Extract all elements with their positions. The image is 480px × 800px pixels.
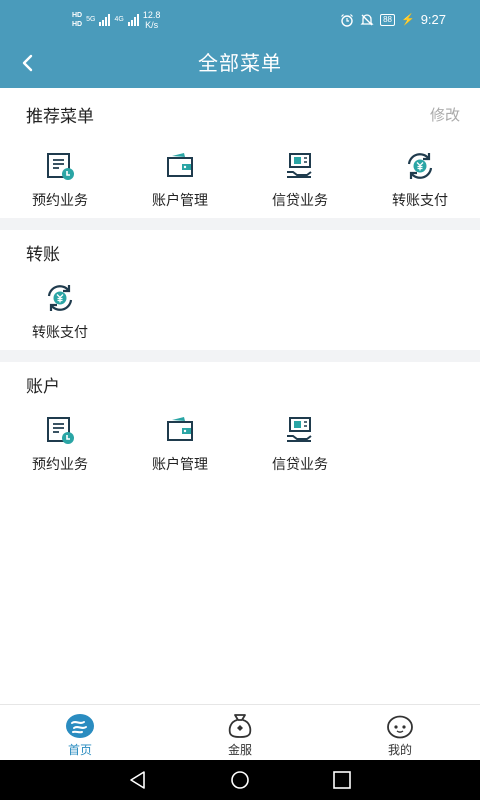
section-transfer: 转账 转账支付 (0, 230, 480, 350)
clock: 9:27 (420, 12, 446, 27)
nav-home-icon[interactable] (228, 768, 252, 792)
tab-profile[interactable]: 我的 (320, 705, 480, 761)
section-account: 账户 预约业务 账户管理 信贷业务 (0, 362, 480, 482)
section-divider (0, 350, 480, 362)
signal-icon-2 (127, 14, 139, 26)
nav-back-icon[interactable] (126, 768, 150, 792)
status-bar: HD HD 5G 4G 12.8 K/s 88 ⚡ 9:27 (0, 0, 480, 40)
menu-item-label: 账户管理 (152, 193, 208, 209)
status-left: HD HD 5G 4G 12.8 K/s (72, 10, 160, 30)
loan-icon (287, 417, 312, 442)
page-title: 全部菜单 (198, 51, 282, 75)
network-speed: 12.8 K/s (143, 10, 161, 30)
status-right: 88 ⚡ 9:27 (340, 12, 446, 27)
tab-home[interactable]: 首页 (0, 705, 160, 761)
menu-item-label: 信贷业务 (272, 193, 328, 209)
network-type-2: 4G (114, 16, 124, 23)
menu-item-loan[interactable]: 信贷业务 (240, 414, 360, 484)
system-nav-bar (0, 760, 480, 800)
menu-item-label: 预约业务 (32, 457, 88, 473)
tab-label: 首页 (67, 743, 92, 757)
bottom-tab-bar: 首页 金服 我的 (0, 704, 480, 761)
appointment-icon (47, 417, 74, 444)
speed-unit: K/s (145, 20, 159, 30)
signal-icon (99, 14, 111, 26)
mute-bell-icon (360, 13, 374, 25)
section-divider (0, 218, 480, 230)
menu-item-account-management[interactable]: 账户管理 (120, 414, 240, 484)
edit-button[interactable]: 修改 (430, 104, 460, 125)
transfer-icon (407, 153, 433, 179)
section-title-transfer: 转账 (26, 245, 60, 265)
nav-recents-icon[interactable] (330, 768, 354, 792)
hd-label-1: HD (72, 12, 83, 19)
menu-item-label: 转账支付 (32, 325, 88, 341)
menu-item-account-management[interactable]: 账户管理 (120, 150, 240, 220)
hd-indicator: HD HD (72, 11, 82, 29)
menu-item-transfer[interactable]: 转账支付 (0, 282, 120, 352)
menu-item-loan[interactable]: 信贷业务 (240, 150, 360, 220)
hd-label-2: HD (72, 21, 83, 28)
transfer-icon (47, 285, 73, 311)
header-bar: 全部菜单 (0, 40, 480, 88)
alarm-icon (341, 13, 354, 27)
menu-item-transfer[interactable]: 转账支付 (360, 150, 480, 220)
profile-face-icon (387, 715, 413, 739)
finance-bag-icon (228, 714, 252, 738)
section-recommended: 推荐菜单 修改 预约业务 账户管理 信贷业务 转账支付 (0, 88, 480, 218)
menu-item-label: 账户管理 (152, 457, 208, 473)
section-title-account: 账户 (26, 377, 60, 397)
loan-icon (287, 153, 312, 178)
wallet-icon (167, 417, 193, 441)
charging-icon: ⚡ (400, 14, 415, 26)
menu-item-label: 转账支付 (392, 193, 448, 209)
section-title-recommended: 推荐菜单 (26, 107, 94, 127)
menu-item-label: 信贷业务 (272, 457, 328, 473)
tab-label: 我的 (387, 743, 412, 757)
home-icon (66, 714, 94, 738)
menu-item-appointment[interactable]: 预约业务 (0, 414, 120, 484)
tab-label: 金服 (227, 743, 252, 757)
appointment-icon (47, 153, 74, 180)
speed-value: 12.8 (142, 10, 161, 20)
battery-indicator: 88 (380, 13, 395, 26)
network-type-1: 5G (86, 16, 96, 23)
wallet-icon (167, 153, 193, 177)
menu-item-appointment[interactable]: 预约业务 (0, 150, 120, 220)
tab-finance[interactable]: 金服 (160, 705, 320, 761)
menu-item-label: 预约业务 (32, 193, 88, 209)
